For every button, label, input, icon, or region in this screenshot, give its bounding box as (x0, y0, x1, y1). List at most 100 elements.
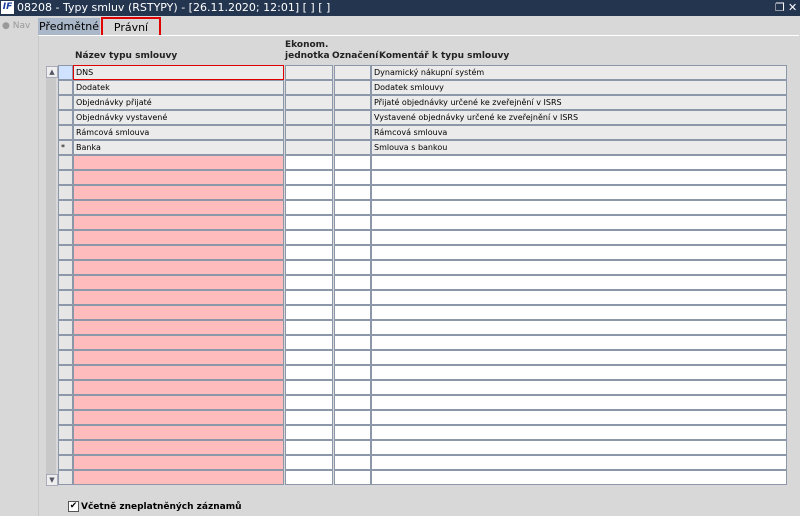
name-cell[interactable] (73, 275, 284, 290)
name-cell[interactable] (73, 380, 284, 395)
ekonom-cell[interactable] (285, 470, 333, 485)
oznaceni-cell[interactable] (334, 425, 371, 440)
ekonom-cell[interactable] (285, 305, 333, 320)
komentar-cell[interactable] (371, 425, 787, 440)
row-indicator[interactable] (58, 380, 73, 395)
komentar-cell[interactable] (371, 170, 787, 185)
scroll-down-icon[interactable]: ▼ (46, 474, 58, 486)
oznaceni-cell[interactable] (334, 380, 371, 395)
name-cell[interactable] (73, 170, 284, 185)
name-cell[interactable] (73, 425, 284, 440)
oznaceni-cell[interactable] (334, 440, 371, 455)
name-cell[interactable]: Objednávky přijaté (73, 95, 284, 110)
name-cell[interactable] (73, 455, 284, 470)
ekonom-cell[interactable] (285, 455, 333, 470)
ekonom-cell[interactable] (285, 110, 333, 125)
row-indicator[interactable] (58, 245, 73, 260)
name-cell[interactable] (73, 350, 284, 365)
row-indicator[interactable] (58, 425, 73, 440)
oznaceni-cell[interactable] (334, 185, 371, 200)
oznaceni-cell[interactable] (334, 395, 371, 410)
ekonom-cell[interactable] (285, 335, 333, 350)
komentar-cell[interactable] (371, 245, 787, 260)
oznaceni-cell[interactable] (334, 140, 371, 155)
name-cell[interactable] (73, 155, 284, 170)
ekonom-cell[interactable] (285, 170, 333, 185)
row-indicator[interactable] (58, 440, 73, 455)
oznaceni-cell[interactable] (334, 305, 371, 320)
komentar-cell[interactable] (371, 410, 787, 425)
ekonom-cell[interactable] (285, 65, 333, 80)
name-cell[interactable] (73, 260, 284, 275)
ekonom-cell[interactable] (285, 320, 333, 335)
name-cell[interactable] (73, 335, 284, 350)
row-indicator[interactable] (58, 170, 73, 185)
komentar-cell[interactable]: Dynamický nákupní systém (371, 65, 787, 80)
scrollbar[interactable]: ▲ ▼ (46, 66, 58, 486)
row-indicator[interactable] (58, 125, 73, 140)
oznaceni-cell[interactable] (334, 275, 371, 290)
row-indicator[interactable] (58, 365, 73, 380)
row-indicator[interactable] (58, 110, 73, 125)
checkbox-icon[interactable]: ✔ (68, 501, 79, 512)
ekonom-cell[interactable] (285, 290, 333, 305)
oznaceni-cell[interactable] (334, 260, 371, 275)
name-cell[interactable] (73, 305, 284, 320)
ekonom-cell[interactable] (285, 440, 333, 455)
row-indicator[interactable] (58, 260, 73, 275)
ekonom-cell[interactable] (285, 260, 333, 275)
name-cell[interactable] (73, 440, 284, 455)
row-indicator[interactable] (58, 65, 73, 80)
row-indicator[interactable] (58, 335, 73, 350)
tab-predmetne[interactable]: Předmětné (38, 18, 100, 35)
komentar-cell[interactable] (371, 290, 787, 305)
oznaceni-cell[interactable] (334, 470, 371, 485)
name-cell[interactable] (73, 395, 284, 410)
komentar-cell[interactable] (371, 470, 787, 485)
oznaceni-cell[interactable] (334, 170, 371, 185)
name-cell[interactable] (73, 185, 284, 200)
oznaceni-cell[interactable] (334, 230, 371, 245)
name-cell[interactable] (73, 365, 284, 380)
ekonom-cell[interactable] (285, 380, 333, 395)
name-cell[interactable]: Rámcová smlouva (73, 125, 284, 140)
name-cell[interactable] (73, 230, 284, 245)
oznaceni-cell[interactable] (334, 320, 371, 335)
ekonom-cell[interactable] (285, 230, 333, 245)
name-cell[interactable] (73, 245, 284, 260)
oznaceni-cell[interactable] (334, 110, 371, 125)
komentar-cell[interactable] (371, 440, 787, 455)
row-indicator[interactable] (58, 290, 73, 305)
oznaceni-cell[interactable] (334, 350, 371, 365)
name-cell[interactable]: DNS (73, 65, 284, 80)
ekonom-cell[interactable] (285, 80, 333, 95)
komentar-cell[interactable] (371, 365, 787, 380)
oznaceni-cell[interactable] (334, 215, 371, 230)
komentar-cell[interactable] (371, 455, 787, 470)
ekonom-cell[interactable] (285, 275, 333, 290)
komentar-cell[interactable]: Rámcová smlouva (371, 125, 787, 140)
row-indicator[interactable] (58, 80, 73, 95)
komentar-cell[interactable] (371, 230, 787, 245)
restore-icon[interactable]: ❐ (775, 0, 785, 16)
komentar-cell[interactable] (371, 275, 787, 290)
ekonom-cell[interactable] (285, 200, 333, 215)
ekonom-cell[interactable] (285, 365, 333, 380)
ekonom-cell[interactable] (285, 350, 333, 365)
komentar-cell[interactable] (371, 200, 787, 215)
ekonom-cell[interactable] (285, 215, 333, 230)
name-cell[interactable] (73, 410, 284, 425)
ekonom-cell[interactable] (285, 140, 333, 155)
row-indicator[interactable]: * (58, 140, 73, 155)
komentar-cell[interactable] (371, 260, 787, 275)
row-indicator[interactable] (58, 215, 73, 230)
komentar-cell[interactable] (371, 350, 787, 365)
close-icon[interactable]: ✕ (788, 0, 797, 16)
row-indicator[interactable] (58, 230, 73, 245)
name-cell[interactable] (73, 470, 284, 485)
row-indicator[interactable] (58, 155, 73, 170)
komentar-cell[interactable] (371, 215, 787, 230)
name-cell[interactable]: Objednávky vystavené (73, 110, 284, 125)
oznaceni-cell[interactable] (334, 455, 371, 470)
ekonom-cell[interactable] (285, 125, 333, 140)
